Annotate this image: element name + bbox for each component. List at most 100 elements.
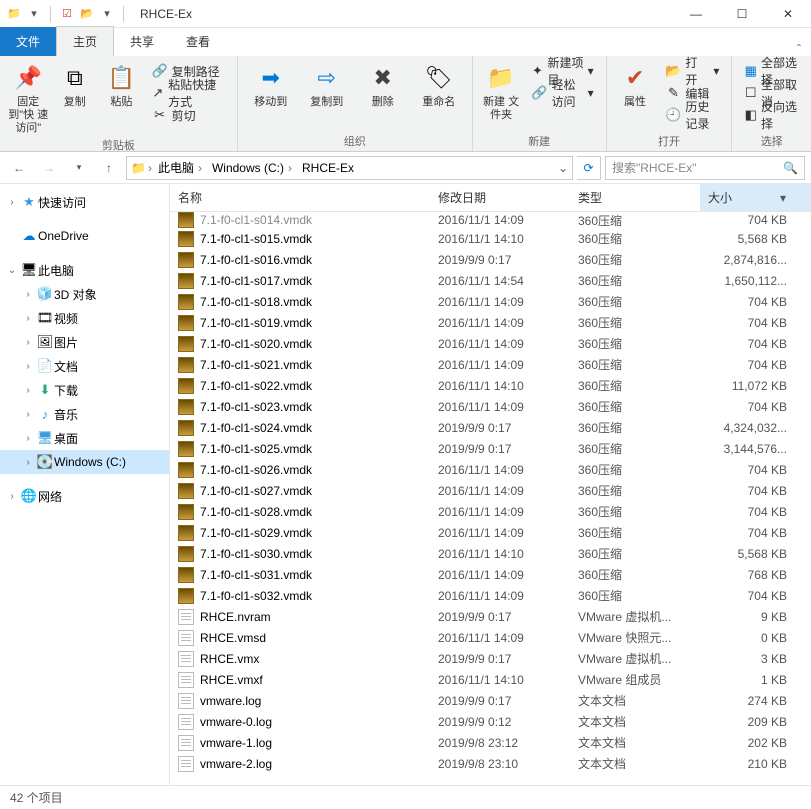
file-type: 360压缩	[570, 377, 700, 394]
nav-forward-button[interactable]: →	[36, 155, 62, 181]
table-row[interactable]: 7.1-f0-cl1-s032.vmdk2016/11/1 14:09360压缩…	[170, 585, 811, 606]
rename-button[interactable]: 🏷重命名	[414, 60, 464, 131]
table-row[interactable]: 7.1-f0-cl1-s031.vmdk2016/11/1 14:09360压缩…	[170, 564, 811, 585]
table-row[interactable]: 7.1-f0-cl1-s026.vmdk2016/11/1 14:09360压缩…	[170, 459, 811, 480]
navitem-onedrive[interactable]: ☁OneDrive	[0, 224, 169, 248]
navitem-3dobjects[interactable]: ›🧊3D 对象	[0, 282, 169, 306]
table-row[interactable]: 7.1-f0-cl1-s014.vmdk 2016/11/1 14:09 360…	[170, 212, 811, 228]
file-size: 210 KB	[700, 757, 811, 771]
table-row[interactable]: RHCE.vmsd2016/11/1 14:09VMware 快照元...0 K…	[170, 627, 811, 648]
easyaccess-button[interactable]: 🔗轻松访问▾	[527, 82, 597, 104]
history-button[interactable]: 🕘历史记录	[661, 104, 723, 126]
breadcrumb-drive[interactable]: Windows (C:)›	[208, 161, 296, 175]
window-title: RHCE-Ex	[134, 7, 673, 21]
newfolder-button[interactable]: 📁新建 文件夹	[481, 60, 522, 131]
navitem-network[interactable]: ›🌐网络	[0, 484, 169, 508]
qat-overflow-icon[interactable]: ▾	[99, 6, 115, 22]
close-button[interactable]: ✕	[765, 0, 811, 28]
paste-button[interactable]: 📋粘贴	[101, 60, 142, 135]
table-row[interactable]: 7.1-f0-cl1-s029.vmdk2016/11/1 14:09360压缩…	[170, 522, 811, 543]
breadcrumb[interactable]: 📁 › 此电脑› Windows (C:)› RHCE-Ex ⌄	[126, 156, 573, 180]
file-list[interactable]: 7.1-f0-cl1-s014.vmdk 2016/11/1 14:09 360…	[170, 212, 811, 785]
table-row[interactable]: vmware-2.log2019/9/8 23:10文本文档210 KB	[170, 753, 811, 774]
copyto-button[interactable]: ⇨复制到	[302, 60, 352, 131]
nav-back-button[interactable]: ←	[6, 155, 32, 181]
navigation-pane[interactable]: ›★快速访问 ☁OneDrive ⌄🖥此电脑 ›🧊3D 对象 ›🎞视频 ›🖼图片…	[0, 184, 170, 785]
delete-button[interactable]: ✖删除	[358, 60, 408, 131]
file-type: 360压缩	[570, 272, 700, 289]
table-row[interactable]: RHCE.vmxf2016/11/1 14:10VMware 组成员1 KB	[170, 669, 811, 690]
nav-up-button[interactable]: ↑	[96, 155, 122, 181]
open-folder-icon[interactable]: 📂	[79, 6, 95, 22]
navitem-downloads[interactable]: ›⬇下载	[0, 378, 169, 402]
tab-view[interactable]: 查看	[170, 27, 226, 56]
table-row[interactable]: vmware-1.log2019/9/8 23:12文本文档202 KB	[170, 732, 811, 753]
pin-button[interactable]: 📌固定到"快 速访问"	[8, 60, 49, 135]
table-row[interactable]: 7.1-f0-cl1-s019.vmdk2016/11/1 14:09360压缩…	[170, 312, 811, 333]
navitem-documents[interactable]: ›📄文档	[0, 354, 169, 378]
tab-file[interactable]: 文件	[0, 27, 56, 56]
file-date: 2016/11/1 14:09	[430, 400, 570, 414]
chevron-right-icon[interactable]: ›	[148, 161, 152, 175]
breadcrumb-pc[interactable]: 此电脑›	[154, 159, 206, 176]
copy-button[interactable]: ⧉复制	[55, 60, 96, 135]
table-row[interactable]: 7.1-f0-cl1-s018.vmdk2016/11/1 14:09360压缩…	[170, 291, 811, 312]
navitem-music[interactable]: ›♪音乐	[0, 402, 169, 426]
navitem-videos[interactable]: ›🎞视频	[0, 306, 169, 330]
file-date: 2016/11/1 14:10	[430, 379, 570, 393]
search-icon[interactable]: 🔍	[783, 161, 798, 175]
file-name: 7.1-f0-cl1-s023.vmdk	[200, 400, 312, 414]
navitem-cdrive[interactable]: ›💽Windows (C:)	[0, 450, 169, 474]
moveto-button[interactable]: ➡移动到	[246, 60, 296, 131]
collapse-icon[interactable]: ⌄	[4, 265, 20, 276]
checkbox-icon[interactable]: ☑	[59, 6, 75, 22]
status-bar: 42 个项目	[0, 785, 811, 809]
qat-dropdown-icon[interactable]: ▾	[26, 6, 42, 22]
table-row[interactable]: 7.1-f0-cl1-s027.vmdk2016/11/1 14:09360压缩…	[170, 480, 811, 501]
table-row[interactable]: 7.1-f0-cl1-s024.vmdk2019/9/9 0:17360压缩4,…	[170, 417, 811, 438]
table-row[interactable]: 7.1-f0-cl1-s028.vmdk2016/11/1 14:09360压缩…	[170, 501, 811, 522]
navitem-thispc[interactable]: ⌄🖥此电脑	[0, 258, 169, 282]
nav-recent-button[interactable]: ▾	[66, 155, 92, 181]
expand-icon[interactable]: ›	[4, 197, 20, 208]
file-date: 2016/11/1 14:09	[430, 316, 570, 330]
refresh-button[interactable]: ⟳	[577, 156, 601, 180]
table-row[interactable]: 7.1-f0-cl1-s022.vmdk2016/11/1 14:10360压缩…	[170, 375, 811, 396]
table-row[interactable]: vmware-0.log2019/9/9 0:12文本文档209 KB	[170, 711, 811, 732]
table-row[interactable]: vmware.log2019/9/9 0:17文本文档274 KB	[170, 690, 811, 711]
navitem-desktop[interactable]: ›🖥桌面	[0, 426, 169, 450]
open-button[interactable]: 📂打开▾	[661, 60, 723, 82]
table-row[interactable]: 7.1-f0-cl1-s020.vmdk2016/11/1 14:09360压缩…	[170, 333, 811, 354]
tab-home[interactable]: 主页	[56, 26, 114, 57]
file-date: 2019/9/9 0:17	[430, 610, 570, 624]
file-icon	[178, 378, 194, 394]
col-date[interactable]: 修改日期	[430, 184, 570, 211]
chevron-down-icon[interactable]: ▾	[780, 191, 786, 205]
table-row[interactable]: 7.1-f0-cl1-s016.vmdk2019/9/9 0:17360压缩2,…	[170, 249, 811, 270]
cloud-icon: ☁	[20, 228, 38, 244]
col-name[interactable]: 名称	[170, 184, 430, 211]
table-row[interactable]: RHCE.nvram2019/9/9 0:17VMware 虚拟机...9 KB	[170, 606, 811, 627]
table-row[interactable]: 7.1-f0-cl1-s021.vmdk2016/11/1 14:09360压缩…	[170, 354, 811, 375]
table-row[interactable]: 7.1-f0-cl1-s017.vmdk2016/11/1 14:54360压缩…	[170, 270, 811, 291]
cut-button[interactable]: ✂剪切	[148, 104, 229, 126]
properties-button[interactable]: ✔属性	[615, 60, 656, 131]
minimize-button[interactable]: —	[673, 0, 719, 28]
table-row[interactable]: 7.1-f0-cl1-s025.vmdk2019/9/9 0:17360压缩3,…	[170, 438, 811, 459]
col-size[interactable]: 大小▾	[700, 184, 811, 211]
table-row[interactable]: RHCE.vmx2019/9/9 0:17VMware 虚拟机...3 KB	[170, 648, 811, 669]
tab-share[interactable]: 共享	[114, 27, 170, 56]
invert-button[interactable]: ◧反向选择	[740, 104, 803, 126]
search-input[interactable]: 搜索"RHCE-Ex" 🔍	[605, 156, 805, 180]
navitem-pictures[interactable]: ›🖼图片	[0, 330, 169, 354]
table-row[interactable]: 7.1-f0-cl1-s015.vmdk2016/11/1 14:10360压缩…	[170, 228, 811, 249]
navitem-quick-access[interactable]: ›★快速访问	[0, 190, 169, 214]
chevron-down-icon[interactable]: ⌄	[558, 161, 568, 175]
paste-shortcut-button[interactable]: ↗粘贴快捷方式	[148, 82, 229, 104]
file-type: 360压缩	[570, 314, 700, 331]
table-row[interactable]: 7.1-f0-cl1-s023.vmdk2016/11/1 14:09360压缩…	[170, 396, 811, 417]
table-row[interactable]: 7.1-f0-cl1-s030.vmdk2016/11/1 14:10360压缩…	[170, 543, 811, 564]
col-type[interactable]: 类型	[570, 184, 700, 211]
breadcrumb-folder[interactable]: RHCE-Ex	[298, 161, 358, 175]
maximize-button[interactable]: ☐	[719, 0, 765, 28]
